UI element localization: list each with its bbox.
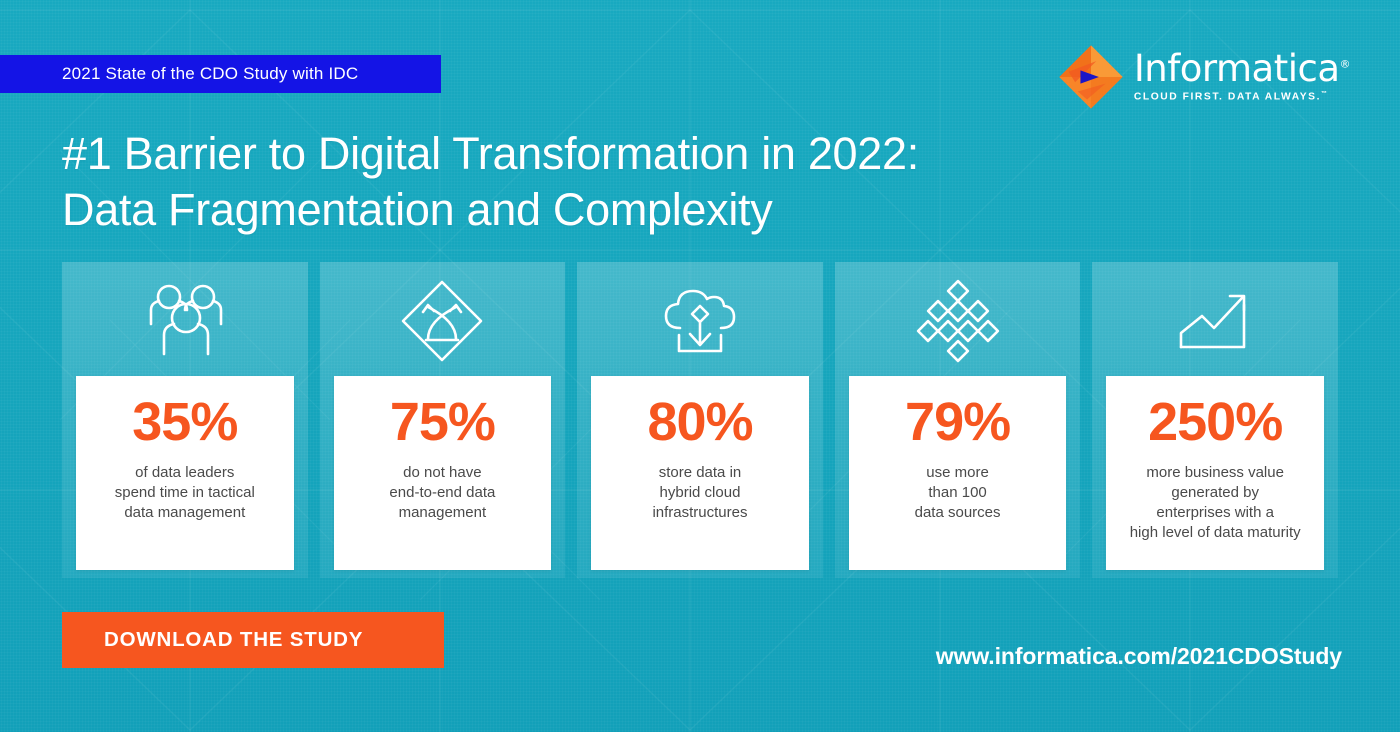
eyebrow-label: 2021 State of the CDO Study with IDC [62, 64, 359, 83]
stat-panel-3: 80% store data in hybrid cloud infrastru… [577, 262, 823, 578]
website-url[interactable]: www.informatica.com/2021CDOStudy [936, 643, 1342, 670]
stat-panel-4: 79% use more than 100 data sources [834, 262, 1081, 578]
cta-label: DOWNLOAD THE STUDY [104, 628, 364, 651]
stat-description: of data leaders spend time in tactical d… [114, 463, 255, 521]
stat-value: 80% [647, 392, 753, 452]
stat-description: do not have end-to-end data management [389, 463, 496, 521]
download-the-study-button[interactable]: DOWNLOAD THE STUDY [62, 612, 444, 668]
stat-description: store data in hybrid cloud infrastructur… [652, 463, 748, 521]
stat-value: 250% [1148, 392, 1283, 452]
stat-value: 35% [132, 392, 238, 452]
headline-line-1: #1 Barrier to Digital Transformation in … [62, 128, 919, 179]
stat-card: 35% of data leaders spend time in tactic… [76, 376, 294, 570]
diamond-grid-icon [916, 262, 1000, 380]
brand-name: Informatica® [1133, 47, 1351, 91]
stat-card: 79% use more than 100 data sources [848, 376, 1067, 570]
eyebrow-banner: 2021 State of the CDO Study with IDC [0, 55, 441, 93]
page-title: #1 Barrier to Digital Transformation in … [62, 126, 919, 238]
stat-card: 75% do not have end-to-end data manageme… [333, 376, 552, 570]
brand-logo: Informatica® CLOUD FIRST. DATA ALWAYS.™ [1058, 44, 1350, 110]
three-people-icon [142, 262, 228, 380]
headline-line-2: Data Fragmentation and Complexity [62, 183, 773, 235]
informatica-diamond-logo-icon [1059, 45, 1123, 109]
stat-panel-1: 35% of data leaders spend time in tactic… [62, 262, 308, 578]
diamond-crossing-arrows-icon [399, 262, 485, 380]
stat-description: use more than 100 data sources [914, 463, 1001, 521]
stat-card-list: 35% of data leaders spend time in tactic… [62, 262, 1338, 578]
stat-panel-2: 75% do not have end-to-end data manageme… [319, 262, 566, 578]
brand-logo-wordmark: Informatica® CLOUD FIRST. DATA ALWAYS.™ [1133, 47, 1351, 103]
stat-value: 75% [389, 392, 496, 452]
cloud-download-icon [657, 262, 743, 380]
stat-value: 79% [905, 392, 1011, 452]
growth-chart-icon [1172, 262, 1258, 380]
stat-panel-5: 250% more business value generated by en… [1092, 262, 1338, 578]
stat-card: 80% store data in hybrid cloud infrastru… [591, 376, 809, 570]
stat-description: more business value generated by enterpr… [1129, 463, 1301, 541]
brand-tagline: CLOUD FIRST. DATA ALWAYS.™ [1133, 91, 1329, 103]
stat-card: 250% more business value generated by en… [1106, 376, 1324, 570]
